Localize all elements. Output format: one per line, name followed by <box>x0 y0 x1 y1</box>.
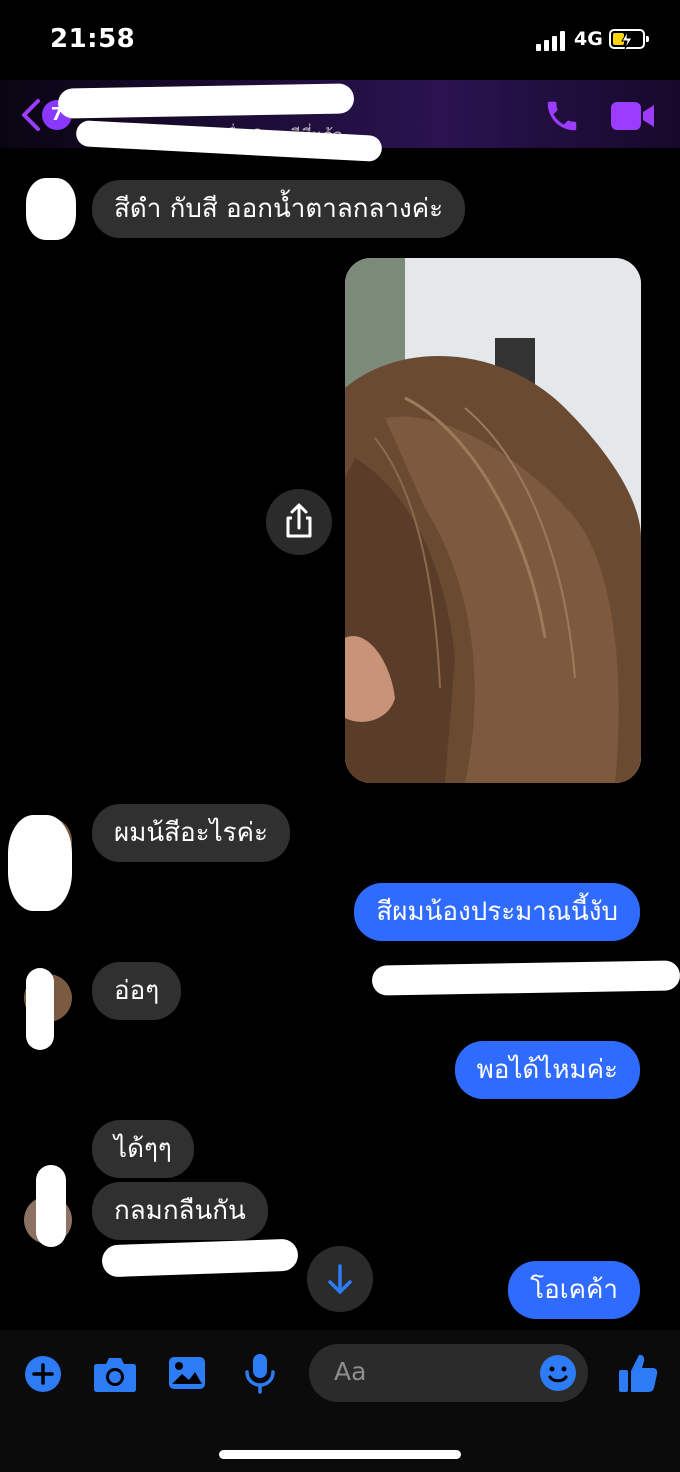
redaction-scribble <box>101 1238 299 1278</box>
redaction-scribble <box>36 1165 66 1247</box>
status-time: 21:58 <box>50 24 136 54</box>
video-call-icon[interactable] <box>610 100 656 132</box>
arrow-down-icon <box>328 1264 352 1294</box>
message-bubble-sent: โอเคค้า <box>508 1261 640 1319</box>
gallery-icon[interactable] <box>168 1356 206 1390</box>
back-chevron-icon[interactable] <box>18 98 44 132</box>
camera-icon[interactable] <box>93 1355 137 1393</box>
message-input-placeholder: Aa <box>334 1357 367 1386</box>
battery-icon <box>609 29 649 50</box>
microphone-icon[interactable] <box>244 1352 276 1394</box>
home-indicator <box>219 1450 461 1459</box>
message-bubble-received: กลมกลืนกัน <box>92 1182 268 1240</box>
plus-icon[interactable] <box>24 1355 62 1393</box>
redaction-scribble <box>26 968 54 1050</box>
phone-call-icon[interactable] <box>543 97 581 135</box>
thumbs-up-icon[interactable] <box>618 1352 658 1394</box>
redaction-scribble <box>8 815 72 911</box>
message-bubble-received: ผมน้สีอะไรค่ะ <box>92 804 290 862</box>
network-label: 4G <box>574 28 603 50</box>
status-bar: 21:58 4G <box>0 0 680 80</box>
redaction-scribble <box>57 83 355 119</box>
message-bubble-received: สีดำ กับสี ออกน้ำตาลกลางค่ะ <box>92 180 466 238</box>
message-bubble-sent: พอได้ไหมค่ะ <box>454 1041 640 1099</box>
message-bubble-sent: สีผมน้องประมาณนี้งับ <box>354 883 640 941</box>
redaction-scribble <box>26 178 76 240</box>
message-bubble-received: อ่อๆ <box>92 962 182 1020</box>
emoji-icon[interactable] <box>539 1354 577 1392</box>
shared-photo[interactable] <box>345 258 641 783</box>
signal-icon <box>536 31 568 51</box>
scroll-to-bottom-button[interactable] <box>307 1246 373 1312</box>
redaction-scribble <box>371 960 680 996</box>
share-button[interactable] <box>266 489 332 555</box>
message-bubble-received: ได้ๆๆ <box>92 1120 194 1178</box>
message-input[interactable]: Aa <box>309 1344 588 1402</box>
share-icon <box>286 503 312 538</box>
